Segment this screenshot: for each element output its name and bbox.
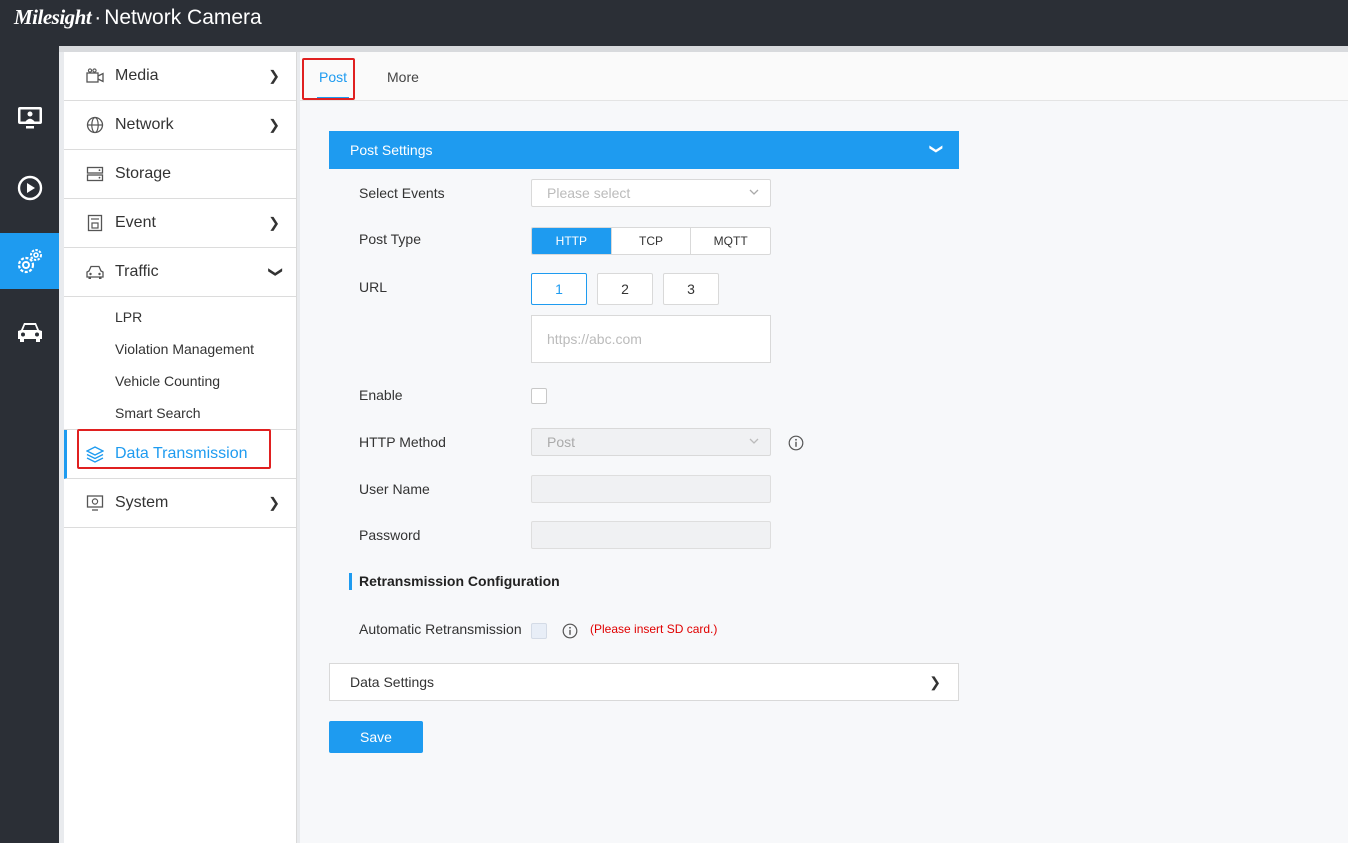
- vehicle-button[interactable]: [0, 304, 59, 360]
- sidebar-item-network[interactable]: Network ❯: [64, 101, 296, 150]
- traffic-submenu: LPR Violation Management Vehicle Countin…: [64, 297, 296, 430]
- user-name-input[interactable]: [531, 475, 771, 503]
- post-type-selector: HTTP TCP MQTT: [531, 227, 771, 255]
- chevron-down-icon: ❯: [268, 266, 285, 278]
- select-events-dropdown[interactable]: Please select: [531, 179, 771, 207]
- live-view-button[interactable]: [0, 90, 59, 146]
- sidebar-subitem-smart-search[interactable]: Smart Search: [64, 397, 296, 429]
- sidebar-subitem-violation-management[interactable]: Violation Management: [64, 333, 296, 365]
- user-name-label: User Name: [359, 481, 430, 497]
- tab-more[interactable]: More: [387, 52, 419, 101]
- url-button-2[interactable]: 2: [597, 273, 653, 305]
- sidebar-item-label: Event: [115, 214, 156, 231]
- url-placeholder: https://abc.com: [547, 331, 642, 347]
- password-label: Password: [359, 527, 421, 543]
- main-content: Post More Post Settings ❯ Select Events …: [300, 52, 1348, 843]
- sidebar: Media ❯ Network ❯ Storage Event ❯ Traffi…: [64, 52, 297, 843]
- sidebar-item-label: Data Transmission: [115, 445, 248, 462]
- post-type-label: Post Type: [359, 231, 422, 247]
- sidebar-item-label: Storage: [115, 165, 172, 182]
- select-events-placeholder: Please select: [547, 185, 631, 201]
- tab-bar: Post More: [300, 52, 1348, 101]
- enable-label: Enable: [359, 387, 403, 403]
- brand-logo: Milesight: [14, 5, 92, 29]
- playback-button[interactable]: [0, 160, 59, 216]
- vehicle-icon: [17, 323, 42, 342]
- url-button-3[interactable]: 3: [663, 273, 719, 305]
- sidebar-item-data-transmission[interactable]: Data Transmission: [64, 430, 296, 479]
- http-method-label: HTTP Method: [359, 434, 446, 450]
- layers-icon: [86, 445, 104, 463]
- sidebar-item-label: Media: [115, 67, 159, 84]
- chevron-right-icon: ❯: [268, 214, 280, 231]
- settings-button[interactable]: [0, 233, 59, 289]
- sidebar-subitem-vehicle-counting[interactable]: Vehicle Counting: [64, 365, 296, 397]
- chevron-right-icon: ❯: [268, 494, 280, 511]
- info-icon[interactable]: [562, 623, 578, 639]
- playback-icon: [17, 175, 42, 201]
- top-bar: Milesight · Network Camera: [0, 0, 1348, 46]
- http-method-dropdown[interactable]: Post: [531, 428, 771, 456]
- system-icon: [86, 494, 104, 512]
- chevron-right-icon: ❯: [929, 674, 941, 690]
- tab-post[interactable]: Post: [316, 52, 350, 101]
- post-settings-header[interactable]: Post Settings ❯: [329, 131, 959, 169]
- globe-icon: [86, 116, 104, 134]
- auto-retransmission-label: Automatic Retransmission: [359, 621, 522, 637]
- sidebar-item-event[interactable]: Event ❯: [64, 199, 296, 248]
- storage-icon: [86, 165, 104, 183]
- chevron-down-icon: ❯: [929, 143, 945, 155]
- sd-card-warning: (Please insert SD card.): [590, 622, 718, 636]
- live-view-icon: [17, 107, 42, 129]
- select-events-label: Select Events: [359, 185, 445, 201]
- icon-rail: [0, 46, 59, 843]
- info-icon[interactable]: [788, 435, 804, 451]
- brand: Milesight · Network Camera: [14, 5, 262, 30]
- sidebar-item-storage[interactable]: Storage: [64, 150, 296, 199]
- post-type-mqtt[interactable]: MQTT: [690, 228, 770, 254]
- retransmission-section-title: Retransmission Configuration: [349, 573, 560, 590]
- post-type-tcp[interactable]: TCP: [610, 228, 691, 254]
- auto-retransmission-checkbox[interactable]: [531, 623, 547, 639]
- event-icon: [86, 214, 104, 232]
- sidebar-subitem-lpr[interactable]: LPR: [64, 301, 296, 333]
- car-icon: [86, 263, 104, 281]
- sidebar-item-label: Traffic: [115, 263, 159, 280]
- sidebar-item-system[interactable]: System ❯: [64, 479, 296, 528]
- save-button[interactable]: Save: [329, 721, 423, 753]
- url-button-1[interactable]: 1: [531, 273, 587, 305]
- password-input[interactable]: [531, 521, 771, 549]
- panel-title: Post Settings: [350, 142, 433, 158]
- brand-separator: ·: [94, 6, 102, 29]
- sidebar-item-traffic[interactable]: Traffic ❯: [64, 248, 296, 297]
- post-type-http[interactable]: HTTP: [532, 228, 611, 254]
- sidebar-item-label: System: [115, 494, 169, 511]
- chevron-right-icon: ❯: [268, 67, 280, 84]
- camera-icon: [86, 67, 104, 85]
- http-method-value: Post: [547, 434, 576, 450]
- product-name: Network Camera: [104, 6, 262, 29]
- chevron-down-icon: [749, 438, 759, 444]
- chevron-down-icon: [749, 189, 759, 195]
- url-input[interactable]: https://abc.com: [531, 315, 771, 363]
- sidebar-item-media[interactable]: Media ❯: [64, 52, 296, 101]
- data-settings-panel[interactable]: Data Settings ❯: [329, 663, 959, 701]
- sidebar-item-label: Network: [115, 116, 174, 133]
- chevron-right-icon: ❯: [268, 116, 280, 133]
- url-label: URL: [359, 279, 388, 295]
- panel-title: Data Settings: [350, 674, 435, 690]
- enable-checkbox[interactable]: [531, 388, 547, 404]
- settings-icon: [17, 249, 42, 274]
